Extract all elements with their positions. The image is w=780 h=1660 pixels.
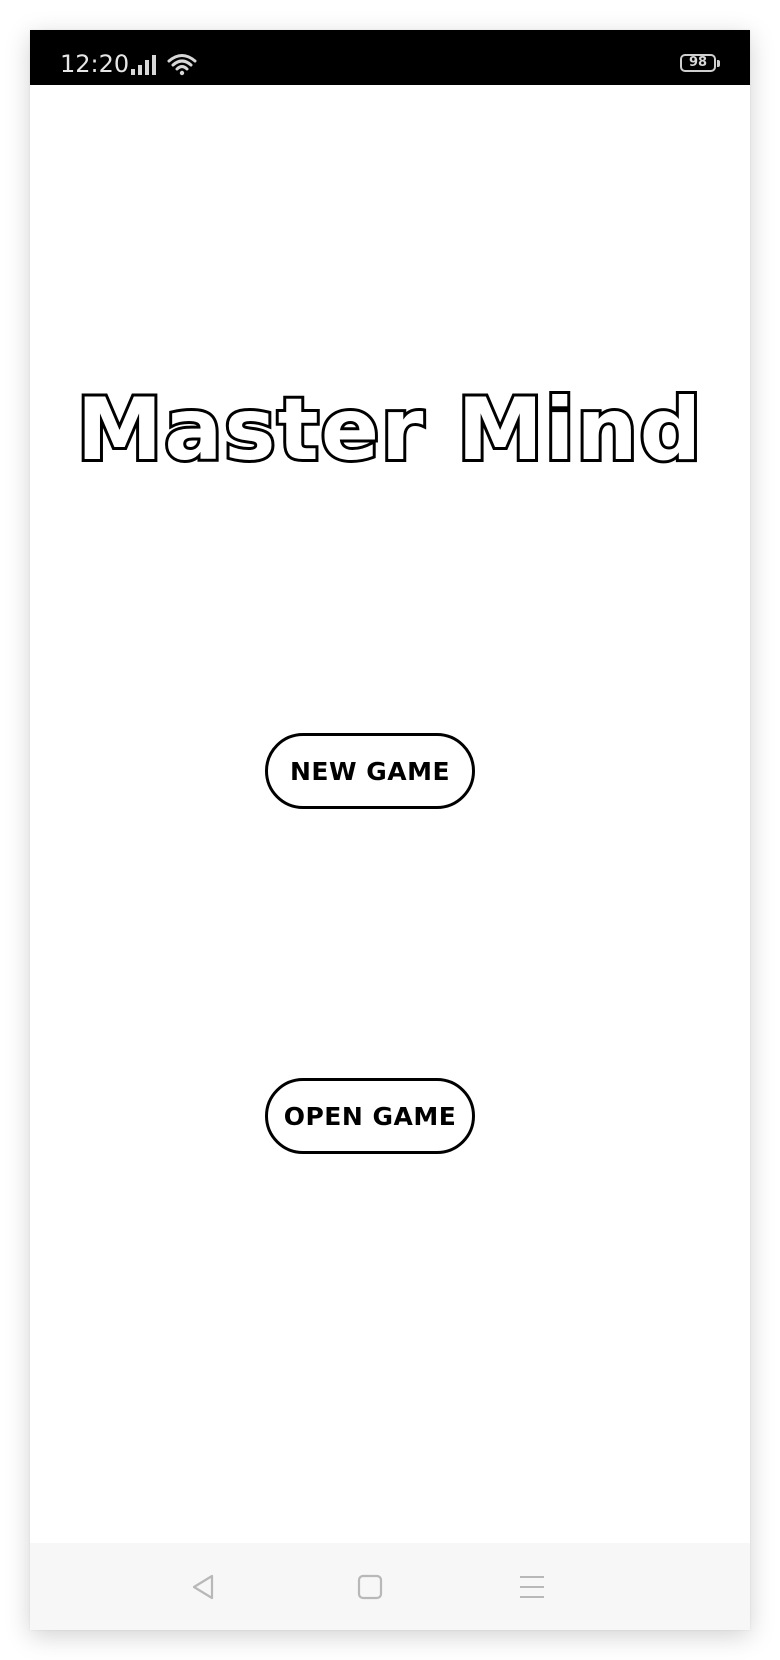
navigation-bar [30, 1543, 750, 1630]
back-button[interactable] [180, 1563, 228, 1611]
battery-level: 98 [688, 55, 708, 70]
new-game-button[interactable]: NEW GAME [265, 733, 475, 809]
battery-nub [717, 60, 720, 67]
phone-screen: 12:20 98 Master Mind NEW GAME OPEN GAME [30, 30, 750, 1630]
app-title: Master Mind [74, 377, 704, 483]
recents-icon [520, 1576, 544, 1598]
title-container: Master Mind [30, 377, 750, 483]
battery-icon: 98 [680, 54, 722, 74]
home-icon [357, 1574, 383, 1600]
recents-button[interactable] [508, 1563, 556, 1611]
signal-icon [131, 55, 156, 75]
home-button[interactable] [346, 1563, 394, 1611]
open-game-button[interactable]: OPEN GAME [265, 1078, 475, 1154]
back-icon [192, 1574, 214, 1600]
status-bar: 12:20 98 [30, 30, 750, 85]
wifi-icon [167, 54, 197, 76]
status-time: 12:20 [60, 50, 130, 78]
